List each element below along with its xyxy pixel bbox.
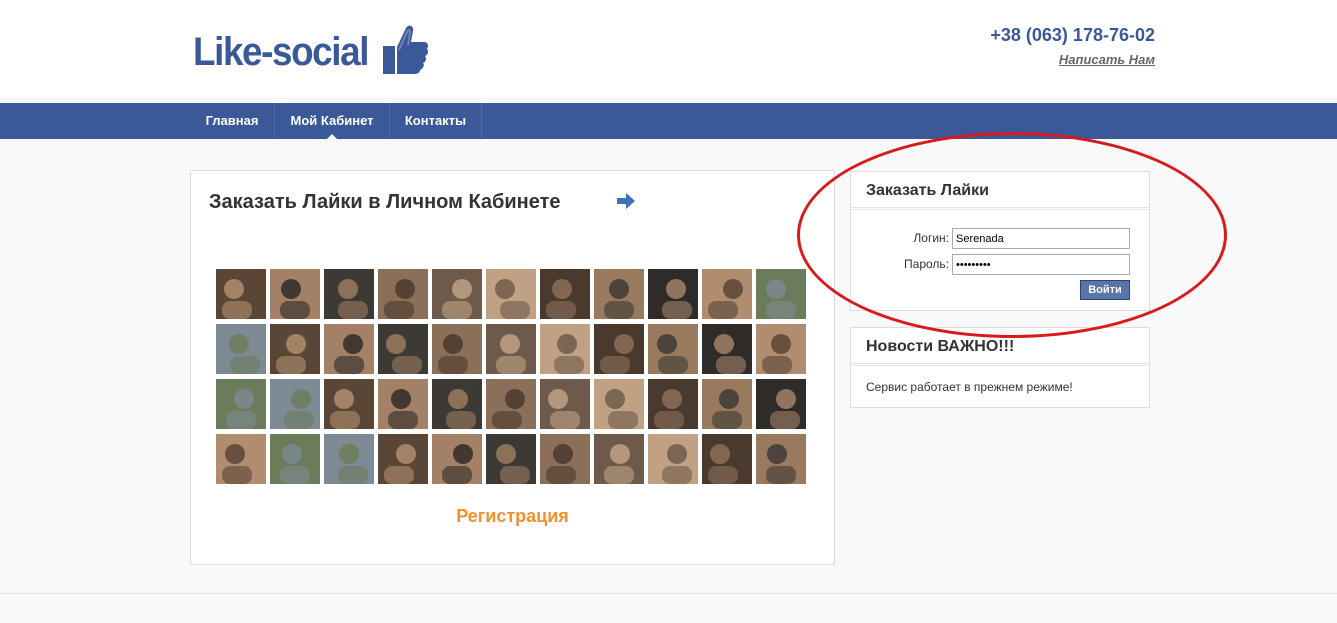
login-label: Логин: [913, 231, 949, 245]
profile-photo [216, 324, 266, 374]
profile-photo [540, 434, 590, 484]
profile-photo [594, 434, 644, 484]
profile-photo [324, 269, 374, 319]
profile-photo [378, 434, 428, 484]
profile-photo [540, 324, 590, 374]
profile-photo [432, 434, 482, 484]
login-input[interactable] [952, 228, 1130, 249]
profile-photo [648, 324, 698, 374]
site-logo[interactable]: Like-social [193, 20, 429, 76]
profile-photo [324, 379, 374, 429]
profile-photo [270, 324, 320, 374]
login-box: Заказать Лайки Логин: Пароль: Войти [850, 171, 1150, 311]
login-box-title: Заказать Лайки [851, 172, 1149, 210]
write-us-link[interactable]: Написать Нам [1059, 52, 1155, 67]
page-title: Заказать Лайки в Личном Кабинете [209, 191, 561, 213]
logo-text: Like-social [193, 30, 369, 74]
login-button[interactable]: Войти [1080, 280, 1130, 300]
profile-photo [702, 324, 752, 374]
register-link[interactable]: Регистрация [191, 506, 834, 527]
profile-photo [216, 269, 266, 319]
profile-photo [594, 269, 644, 319]
profile-photo [756, 434, 806, 484]
password-input[interactable] [952, 254, 1130, 275]
profile-photo [270, 434, 320, 484]
profile-photo [324, 434, 374, 484]
profile-photo [594, 324, 644, 374]
profile-photo [702, 379, 752, 429]
profile-photo [756, 379, 806, 429]
phone-number: +38 (063) 178-76-02 [990, 25, 1155, 45]
profile-photo [432, 324, 482, 374]
main-content-panel: Заказать Лайки в Личном Кабинете Регистр… [190, 170, 835, 565]
news-text: Сервис работает в прежнем режиме! [866, 380, 1073, 394]
thumbs-up-icon [383, 25, 429, 75]
nav-item-home[interactable]: Главная [190, 103, 275, 139]
news-box: Новости ВАЖНО!!! Сервис работает в прежн… [850, 327, 1150, 408]
profile-photo [432, 269, 482, 319]
nav-item-cabinet[interactable]: Мой Кабинет [275, 103, 390, 139]
profile-photo [486, 379, 536, 429]
profile-photo [324, 324, 374, 374]
profile-photo [540, 269, 590, 319]
profile-photo [378, 324, 428, 374]
footer-divider [0, 593, 1337, 594]
profile-photo [594, 379, 644, 429]
profile-photo [486, 434, 536, 484]
arrow-right-icon[interactable] [616, 191, 636, 211]
login-row: Логин: [851, 228, 1149, 249]
news-box-title: Новости ВАЖНО!!! [851, 328, 1149, 366]
profile-photo [756, 324, 806, 374]
profile-photo [702, 434, 752, 484]
profile-photo [270, 379, 320, 429]
password-label: Пароль: [904, 257, 949, 271]
profile-photo [216, 434, 266, 484]
password-row: Пароль: [851, 254, 1149, 275]
nav-item-contacts[interactable]: Контакты [390, 103, 482, 139]
profile-photo-grid [216, 269, 811, 484]
site-header: Like-social +38 (063) 178-76-02 Написать… [0, 0, 1337, 103]
profile-photo [216, 379, 266, 429]
profile-photo [270, 269, 320, 319]
profile-photo [648, 434, 698, 484]
profile-photo [432, 379, 482, 429]
profile-photo [378, 269, 428, 319]
profile-photo [756, 269, 806, 319]
profile-photo [378, 379, 428, 429]
profile-photo [540, 379, 590, 429]
profile-photo [648, 379, 698, 429]
profile-photo [648, 269, 698, 319]
profile-photo [486, 269, 536, 319]
profile-photo [702, 269, 752, 319]
main-nav: Главная Мой Кабинет Контакты [0, 103, 1337, 139]
profile-photo [486, 324, 536, 374]
